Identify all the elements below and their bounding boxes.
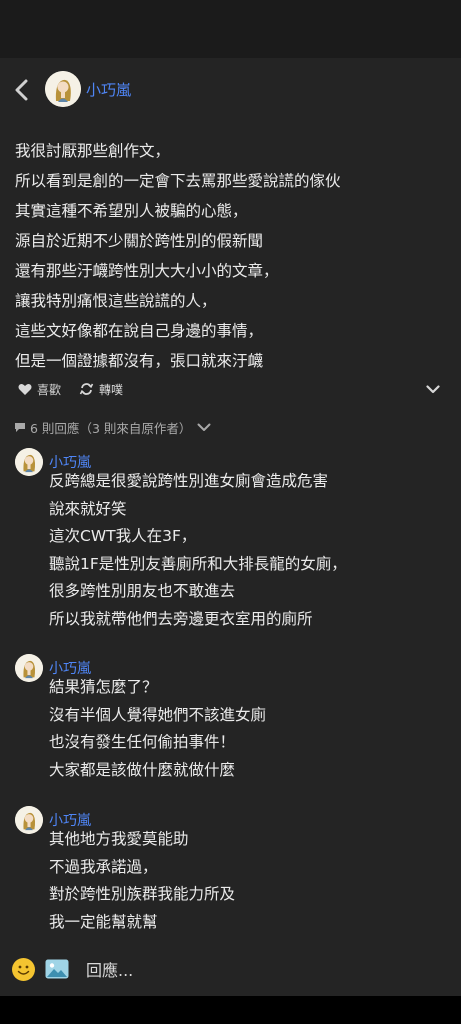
comment-line: 也沒有發生任何偷拍事件！ xyxy=(49,733,236,751)
comment-line: 聽說1F是性別友善廁所和大排長龍的女廁， xyxy=(49,554,347,573)
post-line: 但是一個證據都沒有，張口就來汙衊 xyxy=(15,352,264,370)
reply-input[interactable] xyxy=(86,957,446,983)
comment-line: 我一定能幫就幫 xyxy=(49,912,158,931)
post-line: 還有那些汙衊跨性別大大小小的文章， xyxy=(15,262,279,280)
image-upload-button[interactable] xyxy=(45,959,69,979)
avatar-illustration xyxy=(15,448,43,476)
comment-avatar[interactable] xyxy=(15,806,43,834)
comment-avatar[interactable] xyxy=(15,654,43,682)
reply-count: 6 則回應 xyxy=(30,420,80,436)
comment-line: 很多跨性別朋友也不敢進去 xyxy=(49,582,236,600)
comment-avatar[interactable] xyxy=(15,448,43,476)
image-icon xyxy=(45,959,69,979)
post-line: 我很討厭那些創作文， xyxy=(15,142,171,160)
plurk-page: 小巧嵐 我很討厭那些創作文， 所以看到是創的一定會下去罵那些愛說謊的傢伙 其實這… xyxy=(0,58,461,996)
post-header: 小巧嵐 xyxy=(0,68,461,112)
expand-button[interactable] xyxy=(422,378,444,400)
comment-text: 反跨總是很愛說跨性別進女廁會造成危害 說來就好笑 這次CWT我人在3F， 聽說1… xyxy=(49,468,454,633)
post-line: 這些文好像都在說自己身邊的事情， xyxy=(15,322,264,340)
chevron-left-icon xyxy=(15,79,28,101)
like-button[interactable]: 喜歡 xyxy=(18,381,61,398)
comment-line: 大家都是該做什麼就做什麼 xyxy=(49,760,236,779)
emoji-icon xyxy=(12,958,35,981)
comment-line: 沒有半個人覺得她們不該進女廁 xyxy=(49,705,267,724)
avatar-illustration xyxy=(15,806,43,834)
system-navigation-bar xyxy=(0,996,461,1024)
replies-toggle[interactable]: 6 則回應 （3 則來自原作者） xyxy=(14,417,211,437)
chevron-down-icon xyxy=(197,423,211,431)
reply-author-count: （3 則來自原作者） xyxy=(79,420,192,436)
avatar-illustration xyxy=(45,71,81,107)
repost-icon xyxy=(79,383,94,395)
status-bar xyxy=(0,0,461,58)
post-line: 其實這種不希望別人被騙的心態， xyxy=(15,202,248,220)
author-avatar[interactable] xyxy=(45,71,81,107)
post-content: 我很討厭那些創作文， 所以看到是創的一定會下去罵那些愛說謊的傢伙 其實這種不希望… xyxy=(15,136,451,376)
post-line: 所以看到是創的一定會下去罵那些愛說謊的傢伙 xyxy=(15,172,341,190)
author-name[interactable]: 小巧嵐 xyxy=(86,79,131,100)
comment-line: 所以我就帶他們去旁邊更衣室用的廁所 xyxy=(49,609,313,628)
post-line: 讓我特別痛恨這些說謊的人， xyxy=(15,292,217,310)
heart-icon xyxy=(18,383,32,395)
like-label: 喜歡 xyxy=(37,382,62,397)
back-button[interactable] xyxy=(8,72,36,108)
comment-line: 說來就好笑 xyxy=(49,499,127,518)
chevron-down-icon xyxy=(426,384,440,393)
comment-line: 對於跨性別族群我能力所及 xyxy=(49,885,236,903)
post-line: 源自於近期不少關於跨性別的假新聞 xyxy=(15,232,264,250)
comment-text: 其他地方我愛莫能助 不過我承諾過， 對於跨性別族群我能力所及 我一定能幫就幫 xyxy=(49,826,454,936)
comment-line: 不過我承諾過， xyxy=(49,857,158,876)
comment-text: 結果猜怎麼了？ 沒有半個人覺得她們不該進女廁 也沒有發生任何偷拍事件！ 大家都是… xyxy=(49,674,454,784)
avatar-illustration xyxy=(15,654,43,682)
comment-line: 反跨總是很愛說跨性別進女廁會造成危害 xyxy=(49,472,329,490)
comment-line: 結果猜怎麼了？ xyxy=(49,678,158,696)
post-actions: 喜歡 轉噗 xyxy=(18,376,448,402)
comment-line: 這次CWT我人在3F， xyxy=(49,527,197,545)
speech-bubble-icon xyxy=(15,422,25,432)
reply-composer xyxy=(0,954,461,986)
comment-line: 其他地方我愛莫能助 xyxy=(49,830,189,848)
emoji-button[interactable] xyxy=(12,958,35,981)
repost-label: 轉噗 xyxy=(99,382,124,397)
repost-button[interactable]: 轉噗 xyxy=(79,381,123,398)
